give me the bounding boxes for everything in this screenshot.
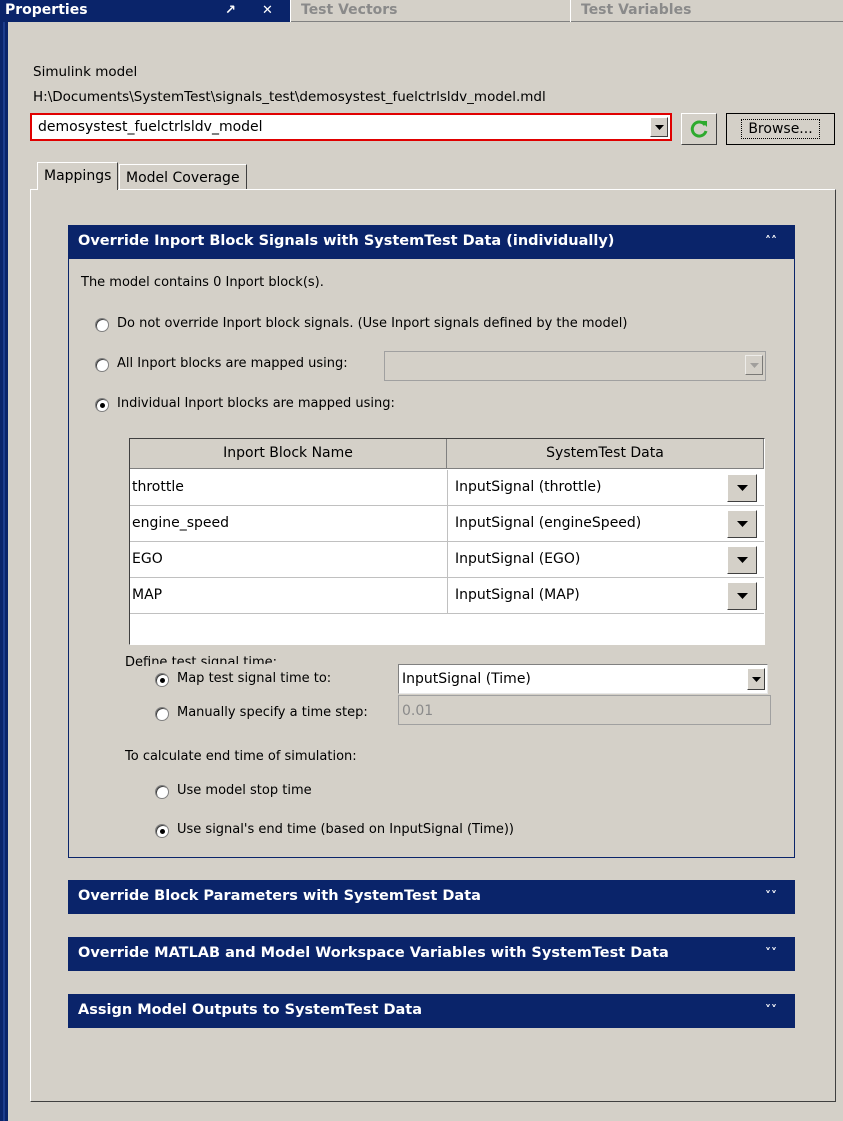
block-parameters-section-header[interactable]: Override Block Parameters with SystemTes…: [68, 880, 795, 914]
inport-name-cell: MAP: [132, 587, 163, 603]
radio-model-stop-time-label: Use model stop time: [177, 783, 312, 798]
refresh-icon: [690, 120, 708, 138]
browse-button-label: Browse...: [741, 119, 820, 139]
refresh-button[interactable]: [681, 113, 717, 145]
chevron-double-down-icon[interactable]: ˅˅: [765, 880, 777, 913]
close-icon[interactable]: ✕: [262, 0, 273, 21]
inport-section-title: Override Inport Block Signals with Syste…: [78, 233, 615, 249]
radio-all-inports[interactable]: [95, 358, 109, 372]
systemtest-data-cell: InputSignal (engineSpeed): [455, 515, 642, 531]
radio-do-not-override-label: Do not override Inport block signals. (U…: [117, 316, 628, 331]
model-outputs-section-title: Assign Model Outputs to SystemTest Data: [78, 1002, 423, 1018]
all-inports-mapping-select: [384, 351, 766, 381]
tab-mappings-label: Mappings: [44, 168, 112, 184]
chevron-double-down-icon[interactable]: ˅˅: [765, 994, 777, 1027]
chevron-down-icon: [751, 676, 761, 682]
manual-time-step-label: Manually specify a time step:: [177, 705, 368, 720]
tab-test-variables[interactable]: Test Variables: [570, 0, 843, 22]
radio-do-not-override[interactable]: [95, 318, 109, 332]
systemtest-data-cell: InputSignal (MAP): [455, 587, 580, 603]
column-header-inport-block-name: Inport Block Name: [130, 439, 447, 469]
systemtest-data-cell: InputSignal (throttle): [455, 479, 602, 495]
browse-button[interactable]: Browse...: [726, 113, 835, 145]
simulink-model-label: Simulink model: [33, 64, 138, 80]
inport-name-cell: EGO: [132, 551, 163, 567]
row-dropdown-button[interactable]: [727, 582, 757, 610]
model-select-dropdown-button[interactable]: [650, 117, 668, 137]
map-signal-time-label: Map test signal time to:: [177, 671, 332, 686]
radio-map-signal-time-final[interactable]: [155, 673, 169, 687]
tab-test-vectors[interactable]: Test Vectors: [290, 0, 570, 22]
workspace-variables-section-header[interactable]: Override MATLAB and Model Workspace Vari…: [68, 937, 795, 971]
model-path-text: H:\Documents\SystemTest\signals_test\dem…: [33, 89, 546, 105]
chevron-down-icon: [736, 521, 748, 527]
radio-signal-end-time-label: Use signal's end time (based on InputSig…: [177, 822, 515, 837]
chevron-double-down-icon[interactable]: ˅˅: [765, 937, 777, 970]
time-step-input-value: 0.01: [402, 703, 434, 719]
chevron-down-icon: [736, 557, 748, 563]
inport-name-cell: throttle: [132, 479, 184, 495]
model-outputs-section-header[interactable]: Assign Model Outputs to SystemTest Data …: [68, 994, 795, 1028]
pin-icon[interactable]: ↗: [225, 0, 236, 21]
table-row[interactable]: engine_speed InputSignal (engineSpeed): [130, 506, 764, 542]
inport-mapping-table: Inport Block Name SystemTest Data thrott…: [129, 438, 765, 645]
tab-properties-label: Properties: [5, 2, 88, 18]
systemtest-data-cell: InputSignal (EGO): [455, 551, 581, 567]
model-select-combobox[interactable]: demosystest_fuelctrlsldv_model: [30, 113, 672, 141]
time-step-input: 0.01: [398, 695, 771, 725]
all-inports-dropdown-button: [745, 355, 763, 375]
tab-mappings[interactable]: Mappings: [37, 162, 119, 190]
tab-properties[interactable]: Properties: [0, 0, 290, 22]
window-frame-left-inner: [3, 22, 5, 1121]
radio-all-inports-label: All Inport blocks are mapped using:: [117, 356, 348, 371]
table-row[interactable]: MAP InputSignal (MAP): [130, 578, 764, 614]
chevron-down-icon: [736, 485, 748, 491]
radio-individual-inports-label: Individual Inport blocks are mapped usin…: [117, 396, 395, 411]
chevron-down-icon: [654, 124, 664, 130]
model-select-value: demosystest_fuelctrlsldv_model: [38, 119, 263, 135]
signal-time-final-dropdown-button[interactable]: [747, 668, 765, 690]
workspace-variables-section-title: Override MATLAB and Model Workspace Vari…: [78, 945, 669, 961]
table-row[interactable]: throttle InputSignal (throttle): [130, 470, 764, 506]
table-row[interactable]: EGO InputSignal (EGO): [130, 542, 764, 578]
inport-name-cell: engine_speed: [132, 515, 230, 531]
inport-section-header[interactable]: Override Inport Block Signals with Syste…: [68, 225, 795, 259]
chevron-down-icon: [736, 593, 748, 599]
tab-model-coverage[interactable]: Model Coverage: [119, 164, 247, 190]
row-dropdown-button[interactable]: [727, 474, 757, 502]
chevron-double-up-icon[interactable]: ˄˄: [765, 225, 777, 258]
signal-time-select-final[interactable]: InputSignal (Time): [398, 664, 768, 694]
column-header-systemtest-data: SystemTest Data: [447, 439, 764, 469]
end-time-label: To calculate end time of simulation:: [125, 749, 357, 764]
radio-signal-end-time[interactable]: [155, 824, 169, 838]
tab-test-vectors-label: Test Vectors: [301, 2, 398, 18]
row-dropdown-button[interactable]: [727, 510, 757, 538]
signal-time-select-final-value: InputSignal (Time): [402, 671, 531, 687]
radio-individual-inports[interactable]: [95, 398, 109, 412]
radio-model-stop-time[interactable]: [155, 785, 169, 799]
radio-manual-time-step-final[interactable]: [155, 707, 169, 721]
inport-count-text: The model contains 0 Inport block(s).: [81, 275, 324, 290]
block-parameters-section-title: Override Block Parameters with SystemTes…: [78, 888, 481, 904]
row-dropdown-button[interactable]: [727, 546, 757, 574]
chevron-down-icon: [749, 362, 759, 368]
tab-test-variables-label: Test Variables: [581, 2, 692, 18]
tab-model-coverage-label: Model Coverage: [126, 170, 240, 186]
